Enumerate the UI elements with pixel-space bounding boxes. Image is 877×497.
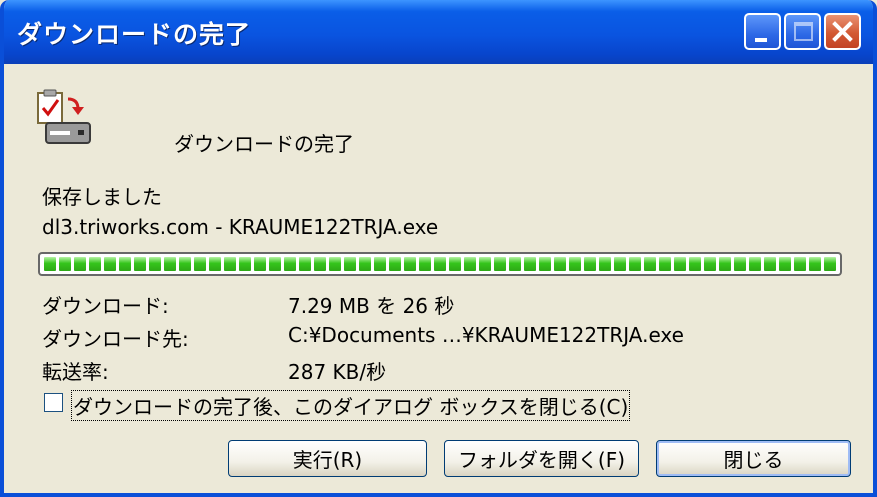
- progress-segment: [689, 257, 701, 271]
- progress-segment: [284, 257, 296, 271]
- progress-segment: [824, 257, 836, 271]
- progress-segment: [374, 257, 386, 271]
- progress-segment: [704, 257, 716, 271]
- progress-segment: [389, 257, 401, 271]
- progress-segment: [464, 257, 476, 271]
- progress-segment: [539, 257, 551, 271]
- progress-segment: [599, 257, 611, 271]
- transfer-rate-label: 転送率:: [42, 360, 109, 384]
- progress-segment: [359, 257, 371, 271]
- file-name: dl3.triworks.com - KRAUME122TRJA.exe: [42, 215, 439, 239]
- close-button[interactable]: 閉じる: [656, 440, 851, 477]
- close-when-done-label[interactable]: ダウンロードの完了後、このダイアログ ボックスを閉じる(C): [71, 390, 631, 421]
- progress-segment: [524, 257, 536, 271]
- run-button[interactable]: 実行(R): [228, 440, 427, 477]
- progress-segment: [194, 257, 206, 271]
- progress-segment: [344, 257, 356, 271]
- downloaded-value: 7.29 MB を 26 秒: [288, 294, 455, 318]
- progress-segment: [164, 257, 176, 271]
- progress-segment: [209, 257, 221, 271]
- progress-segment: [809, 257, 821, 271]
- progress-segment: [629, 257, 641, 271]
- progress-segment: [779, 257, 791, 271]
- maximize-icon: [794, 22, 813, 41]
- progress-fill: [44, 257, 836, 271]
- progress-segment: [419, 257, 431, 271]
- progress-segment: [719, 257, 731, 271]
- progress-segment: [44, 257, 56, 271]
- progress-segment: [404, 257, 416, 271]
- downloaded-label: ダウンロード:: [42, 294, 169, 318]
- download-complete-dialog: ダウンロードの完了 ダウンロードの完了 保存しました dl3.triworks.…: [0, 0, 877, 497]
- progress-segment: [104, 257, 116, 271]
- title-bar[interactable]: ダウンロードの完了: [4, 0, 873, 64]
- minimize-button[interactable]: [744, 13, 781, 50]
- progress-segment: [644, 257, 656, 271]
- progress-segment: [254, 257, 266, 271]
- progress-segment: [584, 257, 596, 271]
- progress-segment: [59, 257, 71, 271]
- progress-segment: [239, 257, 251, 271]
- window-title: ダウンロードの完了: [17, 20, 252, 49]
- close-when-done-checkbox[interactable]: [44, 393, 63, 412]
- progress-segment: [749, 257, 761, 271]
- transfer-rate-value: 287 KB/秒: [288, 360, 387, 384]
- progress-segment: [494, 257, 506, 271]
- progress-segment: [569, 257, 581, 271]
- progress-segment: [149, 257, 161, 271]
- progress-segment: [734, 257, 746, 271]
- progress-segment: [764, 257, 776, 271]
- progress-segment: [509, 257, 521, 271]
- progress-segment: [614, 257, 626, 271]
- progress-segment: [224, 257, 236, 271]
- minimize-icon: [755, 38, 767, 42]
- progress-segment: [89, 257, 101, 271]
- destination-value: C:¥Documents …¥KRAUME122TRJA.exe: [288, 323, 684, 347]
- progress-segment: [134, 257, 146, 271]
- progress-segment: [674, 257, 686, 271]
- progress-segment: [554, 257, 566, 271]
- progress-segment: [119, 257, 131, 271]
- progress-segment: [659, 257, 671, 271]
- close-window-button[interactable]: [824, 13, 861, 50]
- progress-segment: [299, 257, 311, 271]
- dialog-body: ダウンロードの完了 保存しました dl3.triworks.com - KRAU…: [4, 60, 873, 493]
- status-text: 保存しました: [42, 185, 162, 209]
- close-icon: [832, 21, 853, 42]
- download-complete-icon: [37, 89, 91, 144]
- progress-segment: [269, 257, 281, 271]
- progress-segment: [479, 257, 491, 271]
- progress-segment: [329, 257, 341, 271]
- download-progress-bar: [38, 252, 842, 276]
- dialog-heading: ダウンロードの完了: [174, 132, 354, 156]
- progress-segment: [179, 257, 191, 271]
- progress-segment: [74, 257, 86, 271]
- progress-segment: [314, 257, 326, 271]
- progress-segment: [794, 257, 806, 271]
- open-folder-button[interactable]: フォルダを開く(F): [444, 440, 639, 477]
- maximize-button: [784, 13, 821, 50]
- progress-segment: [434, 257, 446, 271]
- destination-label: ダウンロード先:: [42, 327, 189, 351]
- progress-segment: [449, 257, 461, 271]
